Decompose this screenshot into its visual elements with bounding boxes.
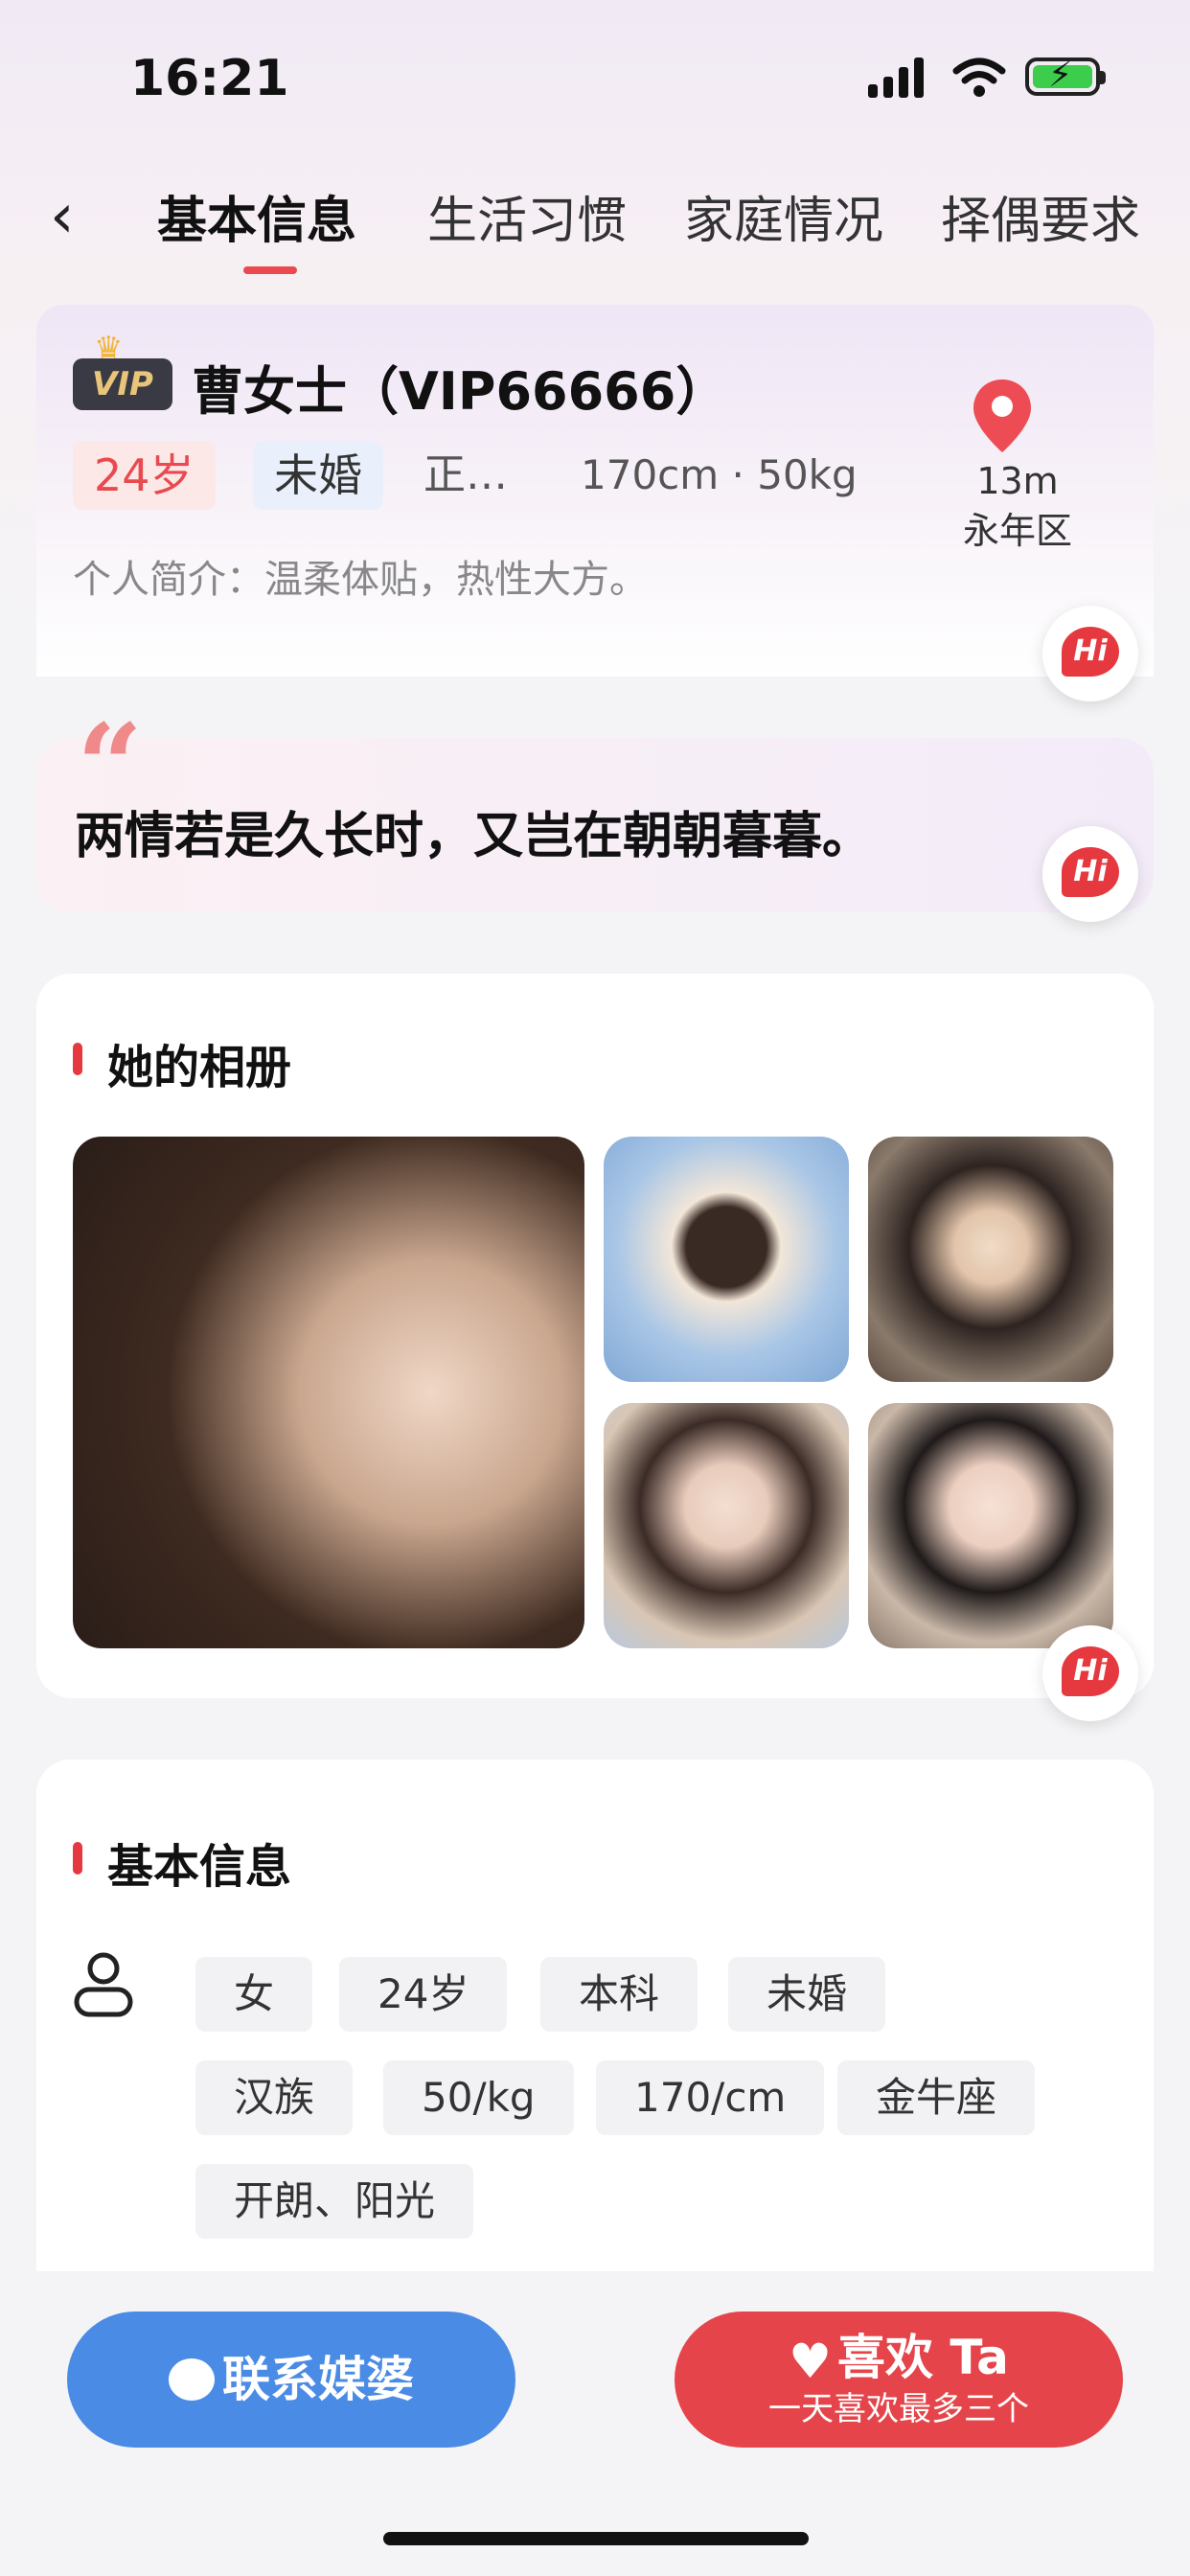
info-tag: 本科 bbox=[540, 1957, 698, 2032]
status-bar: 16:21 ⚡ bbox=[0, 0, 1190, 153]
distance: 13m bbox=[976, 460, 1059, 502]
location-info: 13m 永年区 bbox=[943, 456, 1092, 556]
home-indicator bbox=[383, 2532, 809, 2545]
person-icon bbox=[74, 1952, 133, 2017]
like-button[interactable]: ♥ 喜欢 Ta 一天喜欢最多三个 bbox=[675, 2312, 1123, 2448]
info-tag: 汉族 bbox=[195, 2060, 354, 2135]
vip-badge: VIP bbox=[73, 358, 172, 410]
info-tag: 50/kg bbox=[383, 2060, 574, 2135]
hi-button[interactable]: Hi bbox=[1042, 826, 1138, 922]
location-pin-icon bbox=[973, 380, 1031, 452]
hi-button[interactable]: Hi bbox=[1042, 606, 1138, 702]
album-photo[interactable] bbox=[868, 1403, 1113, 1648]
active-tab-indicator bbox=[243, 266, 297, 274]
info-tag: 女 bbox=[195, 1957, 313, 2032]
wifi-icon bbox=[952, 58, 1006, 97]
profile-card: ♛ VIP 曹女士（VIP66666） 24岁 未婚 正… 170cm · 50… bbox=[36, 305, 1154, 702]
hi-icon: Hi bbox=[1062, 847, 1119, 897]
info-tag: 开朗、阳光 bbox=[195, 2164, 474, 2239]
info-tag: 170/cm bbox=[596, 2060, 825, 2135]
like-label: 喜欢 Ta bbox=[837, 2330, 1009, 2385]
section-marker bbox=[73, 1842, 82, 1874]
profile-name: 曹女士（VIP66666） bbox=[192, 361, 728, 422]
height-weight: 170cm · 50kg bbox=[581, 451, 858, 498]
contact-matchmaker-button[interactable]: 联系媒婆 bbox=[67, 2312, 515, 2491]
chat-bubble-icon bbox=[169, 2355, 215, 2491]
tab-partner-requirements[interactable]: 择偶要求 bbox=[941, 180, 1140, 252]
quote-card: “ 两情若是久长时，又岂在朝朝暮暮。 Hi bbox=[36, 709, 1154, 922]
age-tag: 24岁 bbox=[73, 441, 216, 510]
profile-intro: 个人简介：温柔体贴，热性大方。 bbox=[73, 558, 648, 602]
tab-lifestyle[interactable]: 生活习惯 bbox=[427, 180, 627, 252]
info-tag: 24岁 bbox=[339, 1957, 508, 2032]
basic-info-card: 基本信息 女 24岁 本科 未婚 汉族 50/kg 170/cm 金牛座 开朗、… bbox=[36, 1760, 1154, 2296]
hi-icon: Hi bbox=[1062, 1646, 1119, 1696]
info-tag: 未婚 bbox=[728, 1957, 886, 2032]
album-photo[interactable] bbox=[868, 1137, 1113, 1382]
basic-info-title: 基本信息 bbox=[107, 1840, 292, 1894]
album-title: 她的相册 bbox=[107, 1041, 292, 1094]
battery-icon: ⚡ bbox=[1025, 56, 1106, 96]
bottom-action-bar: 联系媒婆 ♥喜欢 Ta 一天喜欢最多三个 bbox=[0, 2271, 1190, 2576]
quote-text: 两情若是久长时，又岂在朝朝暮暮。 bbox=[75, 808, 873, 865]
section-marker bbox=[73, 1043, 82, 1075]
like-limit-note: 一天喜欢最多三个 bbox=[768, 2389, 1029, 2428]
district: 永年区 bbox=[962, 510, 1072, 552]
marital-tag: 未婚 bbox=[253, 441, 383, 510]
info-tag: 金牛座 bbox=[837, 2060, 1036, 2135]
hi-icon: Hi bbox=[1062, 627, 1119, 677]
album-photo[interactable] bbox=[73, 1137, 584, 1648]
heart-icon: ♥ bbox=[789, 2333, 832, 2389]
back-icon[interactable]: ‹ bbox=[50, 186, 75, 247]
top-nav: ‹ 基本信息 生活习惯 家庭情况 择偶要求 bbox=[0, 172, 1190, 288]
occupation: 正… bbox=[423, 450, 508, 499]
hi-button[interactable]: Hi bbox=[1042, 1625, 1138, 1721]
contact-label: 联系媒婆 bbox=[222, 2352, 414, 2407]
album-card: 她的相册 Hi bbox=[36, 974, 1154, 1721]
status-time: 16:21 bbox=[130, 50, 289, 107]
signal-icon bbox=[868, 58, 929, 98]
album-photo[interactable] bbox=[604, 1403, 849, 1648]
tab-family[interactable]: 家庭情况 bbox=[684, 180, 883, 252]
tab-basic-info[interactable]: 基本信息 bbox=[157, 180, 356, 252]
album-photo[interactable] bbox=[604, 1137, 849, 1382]
